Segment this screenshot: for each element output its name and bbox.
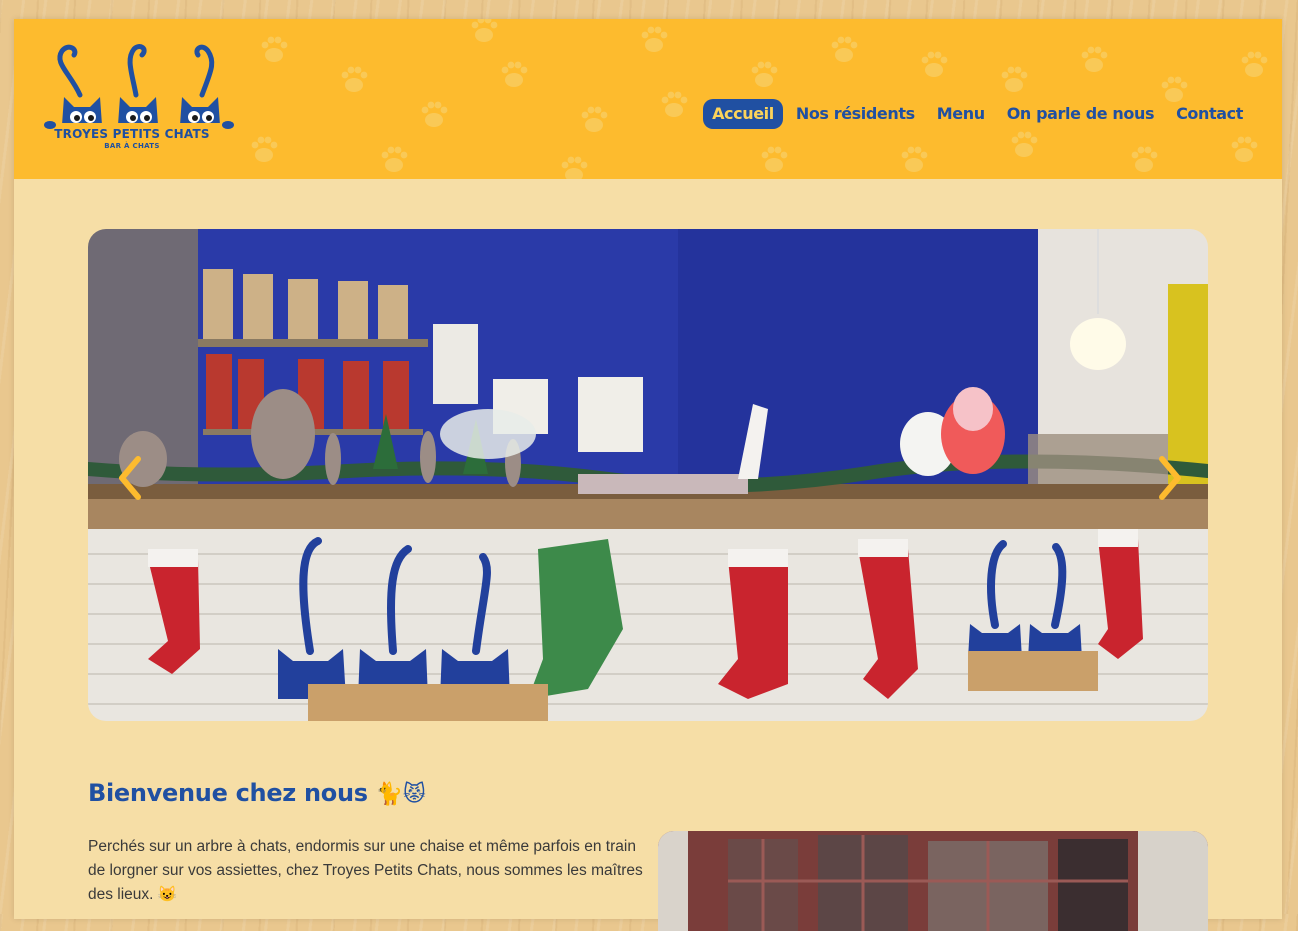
welcome-heading: Bienvenue chez nous 🐈😾 [88,779,426,807]
site-header: TROYES PETITS CHATS BAR À CHATS Accueil … [14,19,1282,179]
nav-item-contact[interactable]: Contact [1167,99,1252,129]
carousel-prev-button[interactable] [110,453,150,503]
nav-item-menu[interactable]: Menu [928,99,994,129]
carousel-next-button[interactable] [1150,453,1190,503]
hero-carousel[interactable] [88,229,1208,721]
nav-item-on-parle-de-nous[interactable]: On parle de nous [998,99,1163,129]
nav-item-nos-residents[interactable]: Nos résidents [787,99,924,129]
nav-item-accueil[interactable]: Accueil [703,99,783,129]
logo-subtitle: BAR À CHATS [104,142,160,150]
welcome-title-emoji: 🐈😾 [375,782,426,807]
storefront-photo [658,831,1208,931]
welcome-intro: Perchés sur un arbre à chats, endormis s… [88,835,644,907]
main-nav: Accueil Nos résidents Menu On parle de n… [703,99,1252,129]
page-container: TROYES PETITS CHATS BAR À CHATS Accueil … [14,19,1282,931]
welcome-title-text: Bienvenue chez nous [88,779,368,807]
carousel-slide-image [88,229,1208,721]
chevron-right-icon [1159,456,1181,500]
chevron-left-icon [119,456,141,500]
storefront-image [658,831,1208,931]
logo-title: TROYES PETITS CHATS [54,127,210,141]
welcome-paragraph: Perchés sur un arbre à chats, endormis s… [88,838,643,903]
